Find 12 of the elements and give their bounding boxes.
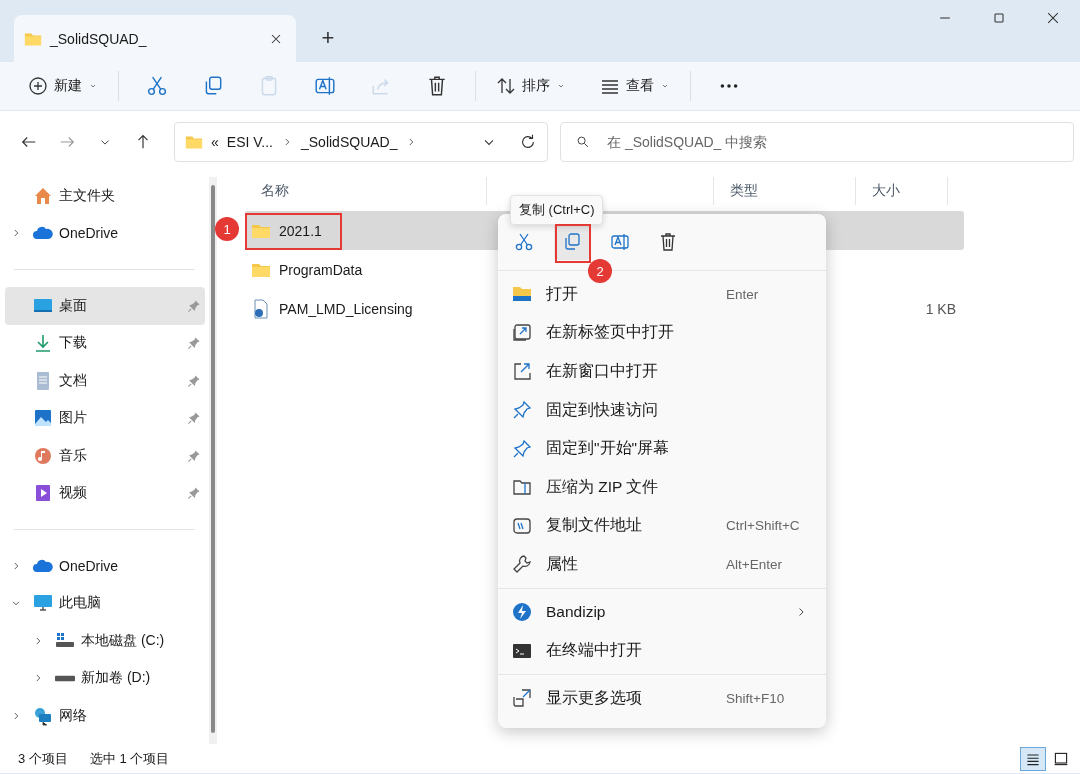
file-name: ProgramData — [279, 261, 363, 278]
file-name: PAM_LMD_Licensing — [279, 300, 413, 317]
selection-count: 选中 1 个项目 — [89, 749, 170, 768]
file-size: 1 KB — [925, 300, 957, 317]
shortcut-hint: Shift+F10 — [726, 690, 786, 706]
shortcut-hint: Alt+Enter — [726, 556, 783, 572]
tooltip: 复制 (Ctrl+C) — [510, 195, 604, 225]
shortcut-hint: Ctrl+Shift+C — [726, 518, 801, 534]
item-count: 3 个项目 — [18, 749, 68, 768]
tab-title: _SolidSQUAD_ — [50, 30, 148, 47]
file-name: 2021.1 — [279, 222, 322, 239]
shortcut-hint: Enter — [726, 286, 760, 302]
